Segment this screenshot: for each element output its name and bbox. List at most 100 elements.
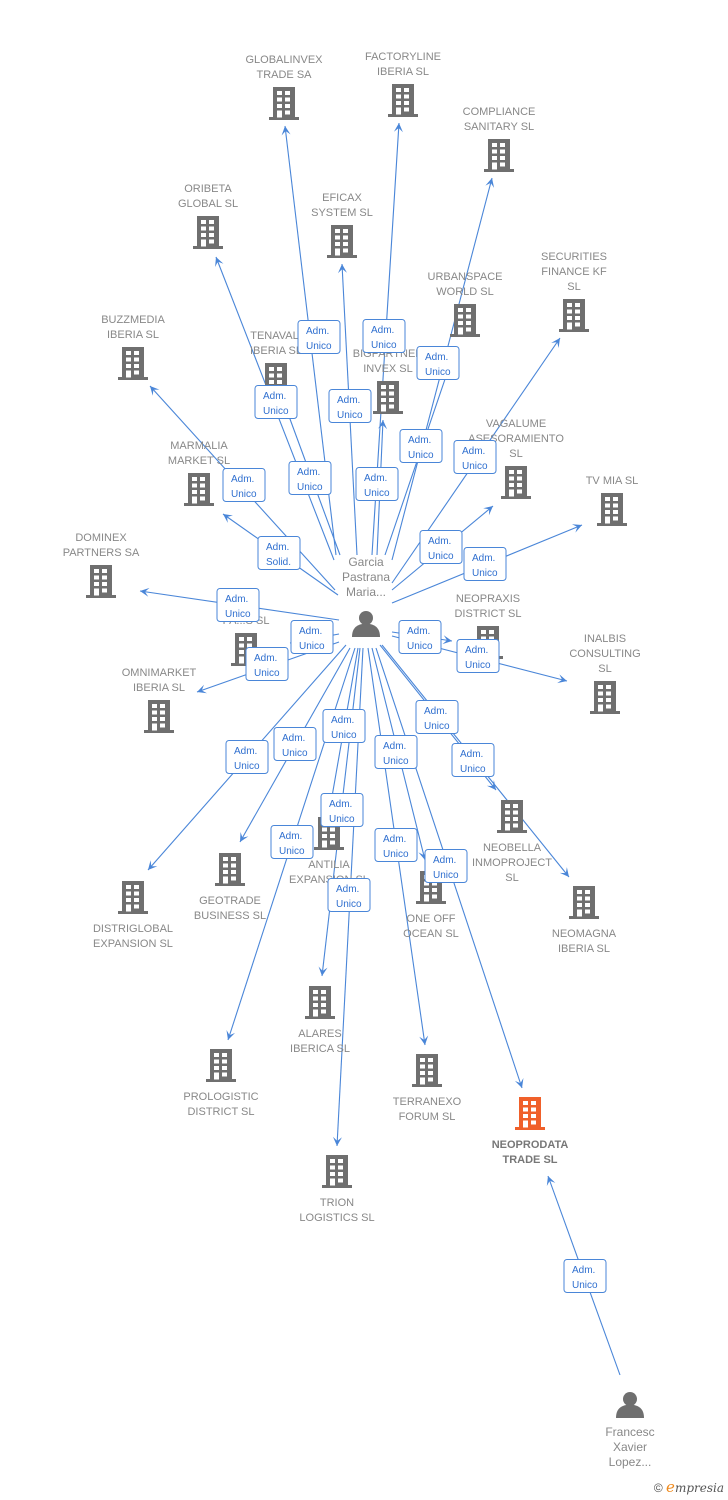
company-node[interactable]: GEOTRADE BUSINESS SL: [194, 853, 266, 922]
company-node[interactable]: NEOMAGNA IBERIA SL: [552, 886, 617, 955]
role-text: Unico: [331, 730, 357, 741]
role-badge[interactable]: Adm. Unico: [216, 588, 260, 622]
role-badge[interactable]: Adm. Solid.: [257, 536, 301, 570]
role-badge[interactable]: Adm. Unico: [254, 385, 298, 419]
company-node[interactable]: TV MIA SL: [586, 475, 639, 526]
company-node[interactable]: NEOBELLA INMOPROJECT SL: [472, 800, 552, 884]
company-node[interactable]: SECURITIES FINANCE KF SL: [541, 251, 607, 332]
building-icon: [559, 299, 589, 332]
company-label: SL: [509, 448, 522, 460]
person-node[interactable]: GarciaPastranaMaria...: [342, 555, 390, 637]
role-text: Solid.: [266, 557, 291, 568]
role-badge[interactable]: Adm. Unico: [225, 740, 269, 774]
company-label: INMOPROJECT: [472, 857, 552, 869]
company-label: TRION: [320, 1197, 354, 1209]
role-badge[interactable]: Adm. Unico: [419, 530, 463, 564]
company-label: CONSULTING: [569, 648, 640, 660]
company-label: LOGISTICS SL: [299, 1212, 374, 1224]
role-text: Adm.: [364, 473, 387, 484]
role-badge[interactable]: Adm. Unico: [374, 828, 418, 862]
role-text: Unico: [371, 340, 397, 351]
role-badge[interactable]: Adm. Unico: [222, 468, 266, 502]
company-node[interactable]: FACTORYLINE IBERIA SL: [365, 51, 441, 117]
relationship-graph: GLOBALINVEX TRADE SA FACTORYLINE IBERIA SL C…: [63, 51, 655, 1469]
role-text: Adm.: [331, 715, 354, 726]
company-node[interactable]: ORIBETA GLOBAL SL: [178, 183, 238, 249]
role-text: Adm.: [424, 706, 447, 717]
role-badge[interactable]: Adm. Unico: [297, 320, 341, 354]
role-badge[interactable]: Adm. Unico: [456, 639, 500, 673]
building-icon: [305, 986, 335, 1019]
role-badge[interactable]: Adm. Unico: [463, 547, 507, 581]
role-text: Adm.: [225, 594, 248, 605]
person-label: Francesc: [605, 1425, 654, 1439]
role-badge[interactable]: Adm. Unico: [327, 878, 371, 912]
nodes-layer: GLOBALINVEX TRADE SA FACTORYLINE IBERIA SL C…: [63, 51, 655, 1469]
role-text: Adm.: [408, 435, 431, 446]
building-icon: [327, 225, 357, 258]
arrowhead-icon: [240, 831, 249, 842]
role-badge[interactable]: Adm. Unico: [398, 620, 442, 654]
building-icon: [497, 800, 527, 833]
company-node[interactable]: EFICAX SYSTEM SL: [311, 192, 373, 258]
company-label: NEOPRAXIS: [456, 593, 520, 605]
person-icon: [616, 1392, 644, 1418]
building-icon: [144, 700, 174, 733]
role-badge[interactable]: Adm. Unico: [563, 1259, 607, 1293]
role-badge[interactable]: Adm. Unico: [322, 709, 366, 743]
company-label: IBERIA SL: [377, 66, 429, 78]
person-node[interactable]: FrancescXavierLopez...: [605, 1392, 655, 1469]
empresia-logo[interactable]: © empresia: [654, 1478, 724, 1496]
company-node[interactable]: GLOBALINVEX TRADE SA: [245, 54, 323, 120]
role-badge[interactable]: Adm. Unico: [424, 849, 468, 883]
role-text: Adm.: [465, 645, 488, 656]
role-badge[interactable]: Adm. Unico: [355, 467, 399, 501]
company-node[interactable]: INALBIS CONSULTING SL: [569, 633, 641, 714]
role-badge[interactable]: Adm. Unico: [245, 647, 289, 681]
role-badge[interactable]: Adm. Unico: [416, 346, 460, 380]
company-node[interactable]: ALARES IBERICA SL: [290, 986, 350, 1055]
company-node[interactable]: URBANSPACE WORLD SL: [428, 271, 503, 337]
company-label: OMNIMARKET: [122, 667, 197, 679]
role-badge[interactable]: Adm. Unico: [288, 461, 332, 495]
role-badge[interactable]: Adm. Unico: [374, 735, 418, 769]
role-text: Unico: [225, 609, 251, 620]
role-badge[interactable]: Adm. Unico: [451, 743, 495, 777]
building-icon: [373, 381, 403, 414]
company-node[interactable]: TRION LOGISTICS SL: [299, 1155, 375, 1224]
role-badge[interactable]: Adm. Unico: [273, 727, 317, 761]
company-node[interactable]: TERRANEXO FORUM SL: [393, 1054, 462, 1123]
company-label: BUZZMEDIA: [101, 314, 165, 326]
company-node[interactable]: COMPLIANCE SANITARY SL: [463, 106, 536, 172]
role-badge[interactable]: Adm. Unico: [453, 440, 497, 474]
role-badge[interactable]: Adm. Unico: [290, 620, 334, 654]
role-text: Unico: [407, 641, 433, 652]
company-label: IBERIA SL: [558, 943, 610, 955]
company-node[interactable]: DISTRIGLOBAL EXPANSION SL: [93, 881, 173, 950]
role-text: Adm.: [336, 884, 359, 895]
company-label: ALARES: [298, 1028, 341, 1040]
role-text: Adm.: [407, 626, 430, 637]
company-node[interactable]: PROLOGISTIC DISTRICT SL: [183, 1049, 259, 1118]
company-label: INVEX SL: [363, 363, 413, 375]
building-icon: [501, 466, 531, 499]
building-icon: [206, 1049, 236, 1082]
company-node[interactable]: BUZZMEDIA IBERIA SL: [101, 314, 165, 380]
role-badge[interactable]: Adm. Unico: [270, 825, 314, 859]
company-label: ANTILIA: [308, 859, 350, 871]
company-node[interactable]: MARMALIA MARKET SL: [168, 440, 230, 506]
company-node[interactable]: DOMINEX PARTNERS SA: [63, 532, 140, 598]
role-badge[interactable]: Adm. Unico: [320, 793, 364, 827]
company-node[interactable]: OMNIMARKET IBERIA SL: [122, 667, 197, 733]
role-badge[interactable]: Adm. Unico: [415, 700, 459, 734]
company-label: OCEAN SL: [403, 928, 459, 940]
company-label: IBERICA SL: [290, 1043, 350, 1055]
company-label: TERRANEXO: [393, 1096, 462, 1108]
role-badge[interactable]: Adm. Unico: [328, 389, 372, 423]
building-icon: [215, 853, 245, 886]
company-node[interactable]: NEOPRODATA TRADE SL: [492, 1097, 569, 1166]
role-text: Unico: [425, 367, 451, 378]
person-label: Pastrana: [342, 570, 390, 584]
role-badge[interactable]: Adm. Unico: [362, 319, 406, 353]
role-badge[interactable]: Adm. Unico: [399, 429, 443, 463]
